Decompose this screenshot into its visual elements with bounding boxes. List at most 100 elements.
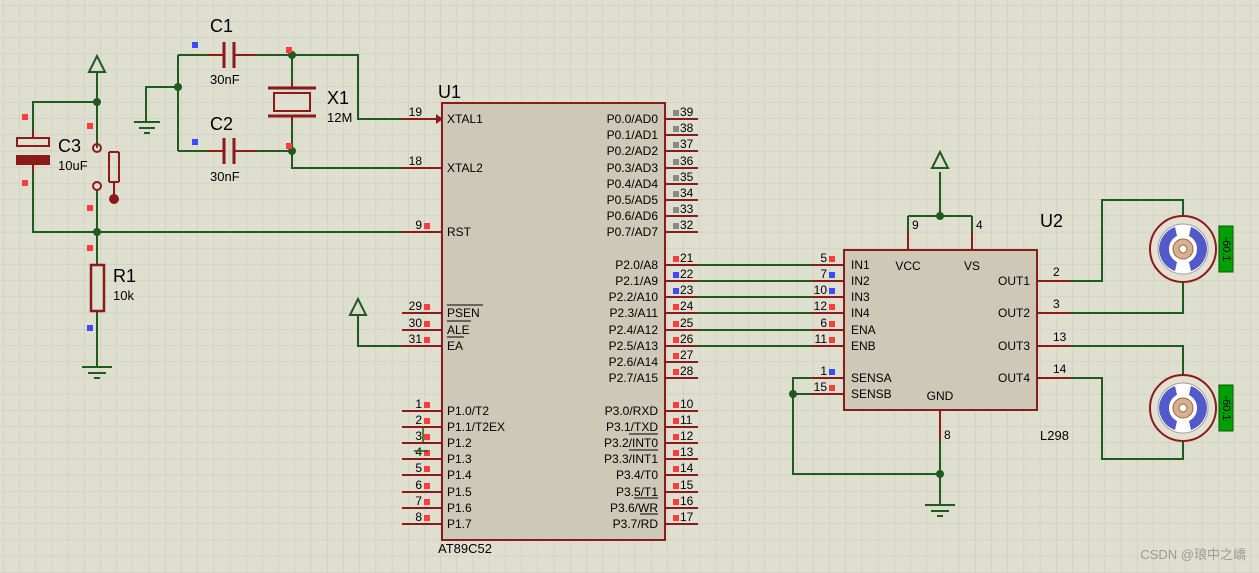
pin-state-marker: [673, 402, 679, 408]
pin-state-marker: [673, 483, 679, 489]
u1-pin-name: P1.0/T2: [447, 404, 489, 418]
pin-state-marker: [673, 304, 679, 310]
u2-pin-number: 14: [1053, 362, 1067, 376]
u2-pin-name: IN1: [851, 258, 870, 272]
u2-pin-number: 5: [820, 251, 827, 265]
u1-pin-number: 38: [680, 121, 694, 135]
u2-pin-name: OUT2: [998, 306, 1030, 320]
u2-chip[interactable]: 5 IN1 7 IN2 10 IN3 12 IN4 6 ENA 11 ENB 1 SENSA 15 SENSB…: [812, 218, 1070, 442]
pin-state-marker: [673, 126, 679, 132]
pin-state-marker: [673, 466, 679, 472]
pin-state-marker: [673, 256, 679, 262]
u1-pin-name: EA: [447, 339, 463, 353]
u2-pin-number: 10: [814, 283, 828, 297]
watermark: CSDN @琅中之嶠: [1140, 547, 1246, 562]
u1-pin-number: 34: [680, 186, 694, 200]
pin-state-marker: [673, 207, 679, 213]
u1-pin-number: 19: [409, 105, 423, 119]
u1-pin-name: P1.1/T2EX: [447, 420, 505, 434]
u1-pin-number: 25: [680, 316, 694, 330]
u1-pin-name: P1.2: [447, 436, 472, 450]
u2-pin-name: IN3: [851, 290, 870, 304]
u1-pin-name: P2.7/A15: [609, 371, 659, 385]
u2-pin-number: 11: [815, 332, 828, 346]
c3-ref: C3: [58, 136, 81, 156]
u1-pin-name: P3.7/RD: [613, 517, 659, 531]
pin-state-marker: [424, 515, 430, 521]
u1-pin-number: 11: [680, 413, 693, 427]
pin-state-marker: [424, 321, 430, 327]
u1-pin-name: P0.4/AD4: [607, 177, 659, 191]
u1-pin-number: 26: [680, 332, 694, 346]
pin-state-marker: [424, 466, 430, 472]
u2-pin-number: 3: [1053, 297, 1060, 311]
u1-pin-name: P1.6: [447, 501, 472, 515]
u2-pin-name: IN4: [851, 306, 870, 320]
u1-pin-number: 33: [680, 202, 694, 216]
dc-motor-1[interactable]: -60.1: [1149, 215, 1234, 283]
u2-pin-name: VS: [964, 259, 980, 273]
pin-state-marker: [424, 402, 430, 408]
u1-pin-name: P0.0/AD0: [607, 112, 659, 126]
pin-state-marker: [673, 175, 679, 181]
pin-state-marker: [424, 337, 430, 343]
pin-state-marker: [829, 256, 835, 262]
dc-motor-2[interactable]: -60.1: [1149, 374, 1234, 442]
u1-pin-number: 27: [680, 348, 694, 362]
resistor-r1[interactable]: [89, 263, 106, 313]
u2-part: L298: [1040, 428, 1069, 443]
pin-state-marker: [424, 418, 430, 424]
pin-state-marker: [673, 515, 679, 521]
u1-pin-number: 22: [680, 267, 694, 281]
u1-pin-name: P2.0/A8: [615, 258, 658, 272]
r1-value: 10k: [113, 288, 134, 303]
u1-pin-number: 8: [415, 510, 422, 524]
u1-pin-number: 7: [415, 494, 422, 508]
pin-state-marker: [829, 385, 835, 391]
u2-pin-name: OUT4: [998, 371, 1030, 385]
u1-pin-name: P0.3/AD3: [607, 161, 659, 175]
u1-pin-number: 3: [415, 429, 422, 443]
u1-pin-number: 13: [680, 445, 694, 459]
u1-pin-name: P1.4: [447, 468, 472, 482]
u1-pin-name: XTAL1: [447, 112, 483, 126]
u1-pin-name: P2.6/A14: [609, 355, 659, 369]
u2-pin-name: OUT1: [998, 274, 1030, 288]
u2-pin-number: 2: [1053, 265, 1060, 279]
u1-pin-number: 17: [680, 510, 694, 524]
pin-state-marker: [424, 223, 430, 229]
u2-pin-number: 1: [820, 364, 827, 378]
u1-pin-name: P0.6/AD6: [607, 209, 659, 223]
u1-pin-name: P0.2/AD2: [607, 144, 659, 158]
u1-pin-name: ALE: [447, 323, 470, 337]
u2-pin-name: OUT3: [998, 339, 1030, 353]
pin-state-marker: [673, 159, 679, 165]
motor-speed-reading: -60.1: [1220, 236, 1232, 261]
pin-state-marker: [673, 288, 679, 294]
u1-pin-number: 10: [680, 397, 694, 411]
u1-pin-number: 36: [680, 154, 694, 168]
u1-pin-number: 35: [680, 170, 694, 184]
crystal-x1[interactable]: [268, 82, 316, 122]
u1-pin-name: P0.5/AD5: [607, 193, 659, 207]
u2-pin-name: VCC: [895, 259, 921, 273]
pin-state-marker: [673, 434, 679, 440]
pin-state-marker: [829, 304, 835, 310]
u1-pin-number: 5: [415, 461, 422, 475]
u1-chip[interactable]: 19 XTAL1 18 XTAL2 9 RST 29 PSEN 30 ALE 31 EA 1 P1.0/T…: [402, 102, 698, 541]
u2-pin-number: 4: [976, 218, 983, 232]
pin-state-marker: [673, 191, 679, 197]
schematic-canvas: C1 30nF C2 30nF X1 12M C3 10uF R1 10k 19…: [0, 0, 1259, 573]
u1-pin-number: 4: [415, 445, 422, 459]
u1-pin-name: RST: [447, 225, 472, 239]
u2-pin-number: 13: [1053, 330, 1067, 344]
pin-state-marker: [673, 337, 679, 343]
u1-pin-number: 18: [409, 154, 423, 168]
u1-pin-name: P1.7: [447, 517, 472, 531]
u1-pin-name: P3.1/TXD: [606, 420, 658, 434]
u1-pin-name: PSEN: [447, 306, 480, 320]
pin-state-marker: [673, 450, 679, 456]
u1-pin-name: P0.1/AD1: [607, 128, 659, 142]
u1-pin-name: P0.7/AD7: [607, 225, 659, 239]
u1-pin-name: P2.3/A11: [610, 306, 659, 320]
